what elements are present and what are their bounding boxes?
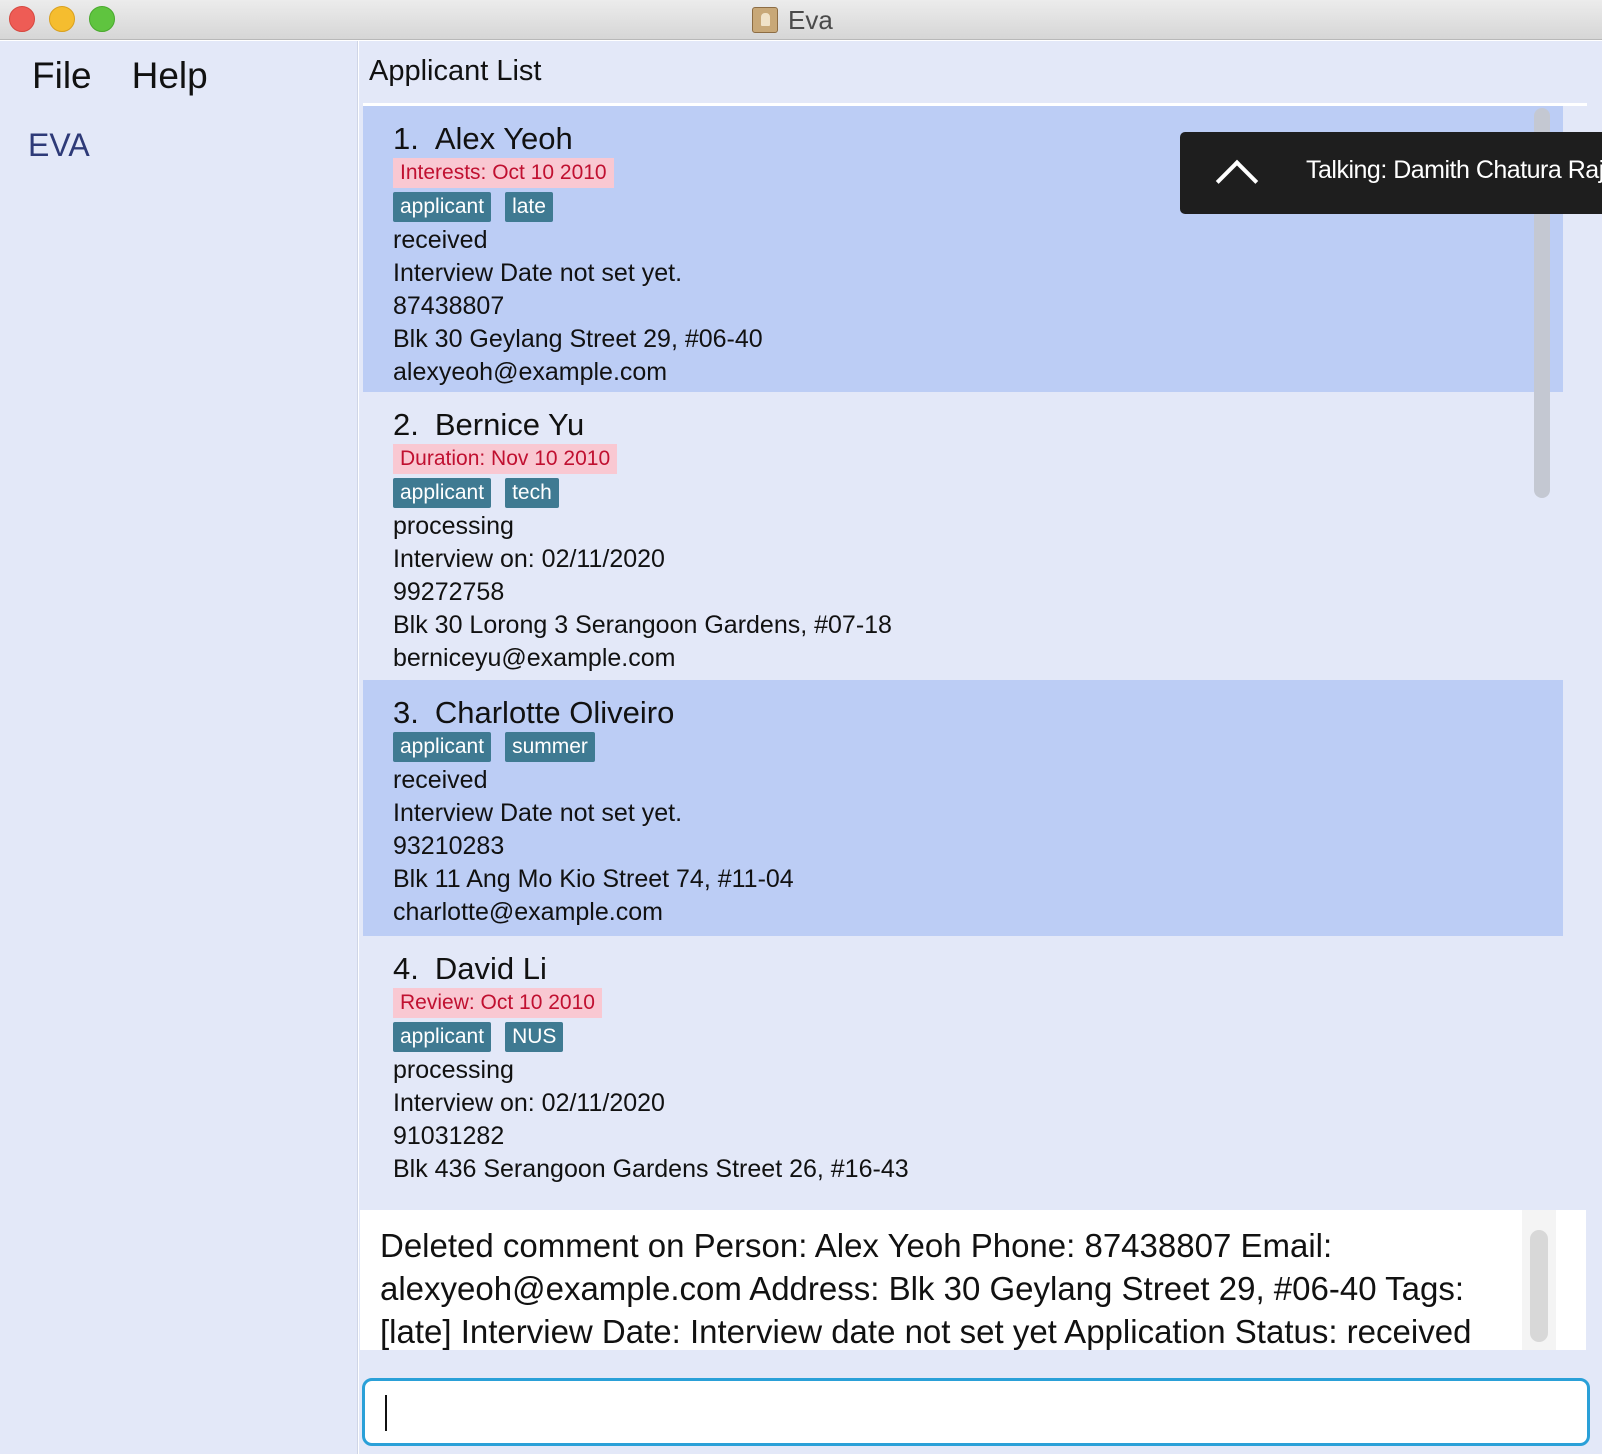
- application-status: processing: [393, 512, 514, 540]
- application-status: received: [393, 226, 488, 254]
- tag-badge: NUS: [505, 1022, 564, 1052]
- phone-number: 87438807: [393, 292, 505, 320]
- tag-badge: summer: [505, 732, 595, 762]
- window-title-text: Eva: [788, 4, 833, 35]
- applicant-card[interactable]: 2. Bernice Yu Duration: Nov 10 2010 appli…: [363, 392, 1563, 680]
- window-titlebar: Eva: [0, 0, 1602, 40]
- app-icon: [752, 7, 778, 33]
- menu-file[interactable]: File: [32, 55, 92, 97]
- window-title: Eva: [752, 4, 833, 36]
- applicant-list-header: Applicant List: [369, 55, 542, 87]
- applicant-name: Alex Yeoh: [434, 121, 573, 156]
- tag-badge: applicant: [393, 192, 492, 222]
- tag-badge: applicant: [393, 478, 492, 508]
- phone-number: 91031282: [393, 1122, 505, 1150]
- applicant-name-row: 2. Bernice Yu: [393, 408, 1563, 442]
- address: Blk 30 Geylang Street 29, #06-40: [393, 325, 763, 353]
- result-scrollbar-thumb[interactable]: [1530, 1230, 1548, 1342]
- toast-text: Talking: Damith Chatura Raj: [1306, 156, 1602, 184]
- result-message: Deleted comment on Person: Alex Yeoh Pho…: [380, 1227, 1472, 1350]
- menu-bar: File Help: [32, 55, 208, 97]
- applicant-card[interactable]: 3. Charlotte Oliveiro applicant summer re…: [363, 680, 1563, 936]
- email: berniceyu@example.com: [393, 644, 676, 672]
- tag-list: applicant summer: [393, 732, 1563, 762]
- minimize-window-button[interactable]: [49, 6, 75, 32]
- applicant-index: 3.: [393, 695, 419, 730]
- text-caret: [385, 1395, 387, 1431]
- applicant-name: Bernice Yu: [434, 407, 585, 442]
- email: charlotte@example.com: [393, 898, 663, 926]
- chevron-up-icon[interactable]: [1215, 159, 1259, 203]
- interview-date: Interview Date not set yet.: [393, 259, 683, 287]
- address: Blk 30 Lorong 3 Serangoon Gardens, #07-1…: [393, 611, 892, 639]
- applicant-index: 1.: [393, 121, 419, 156]
- notification-toast[interactable]: Talking: Damith Chatura Raj: [1180, 132, 1602, 214]
- email: alexyeoh@example.com: [393, 358, 668, 386]
- applicant-index: 2.: [393, 407, 419, 442]
- address: Blk 436 Serangoon Gardens Street 26, #16…: [393, 1155, 909, 1183]
- date-tag: Review: Oct 10 2010: [393, 988, 602, 1018]
- tag-list: applicant NUS: [393, 1022, 1563, 1052]
- applicant-list[interactable]: 1. Alex Yeoh Interests: Oct 10 2010 appli…: [363, 103, 1587, 1245]
- application-status: processing: [393, 1056, 514, 1084]
- applicant-name-row: 3. Charlotte Oliveiro: [393, 696, 1563, 730]
- command-input[interactable]: [362, 1378, 1590, 1446]
- tag-badge: applicant: [393, 732, 492, 762]
- interview-date: Interview on: 02/11/2020: [393, 1089, 665, 1117]
- sidebar: File Help EVA: [0, 41, 358, 1454]
- applicant-index: 4.: [393, 951, 419, 986]
- date-tag: Interests: Oct 10 2010: [393, 158, 614, 188]
- zoom-window-button[interactable]: [89, 6, 115, 32]
- application-status: received: [393, 766, 488, 794]
- applicant-card[interactable]: 4. David Li Review: Oct 10 2010 applicant…: [363, 936, 1563, 1245]
- date-tag: Duration: Nov 10 2010: [393, 444, 618, 474]
- address: Blk 11 Ang Mo Kio Street 74, #11-04: [393, 865, 794, 893]
- tag-badge: late: [505, 192, 553, 222]
- menu-help[interactable]: Help: [132, 55, 208, 97]
- sidebar-brand[interactable]: EVA: [28, 127, 90, 164]
- result-display: Deleted comment on Person: Alex Yeoh Pho…: [360, 1210, 1586, 1350]
- phone-number: 93210283: [393, 832, 505, 860]
- tag-badge: applicant: [393, 1022, 492, 1052]
- interview-date: Interview on: 02/11/2020: [393, 545, 665, 573]
- tag-list: applicant tech: [393, 478, 1563, 508]
- applicant-name: David Li: [434, 951, 547, 986]
- interview-date: Interview Date not set yet.: [393, 799, 683, 827]
- close-window-button[interactable]: [9, 6, 35, 32]
- applicant-name-row: 4. David Li: [393, 952, 1563, 986]
- phone-number: 99272758: [393, 578, 505, 606]
- tag-badge: tech: [505, 478, 559, 508]
- applicant-name: Charlotte Oliveiro: [434, 695, 675, 730]
